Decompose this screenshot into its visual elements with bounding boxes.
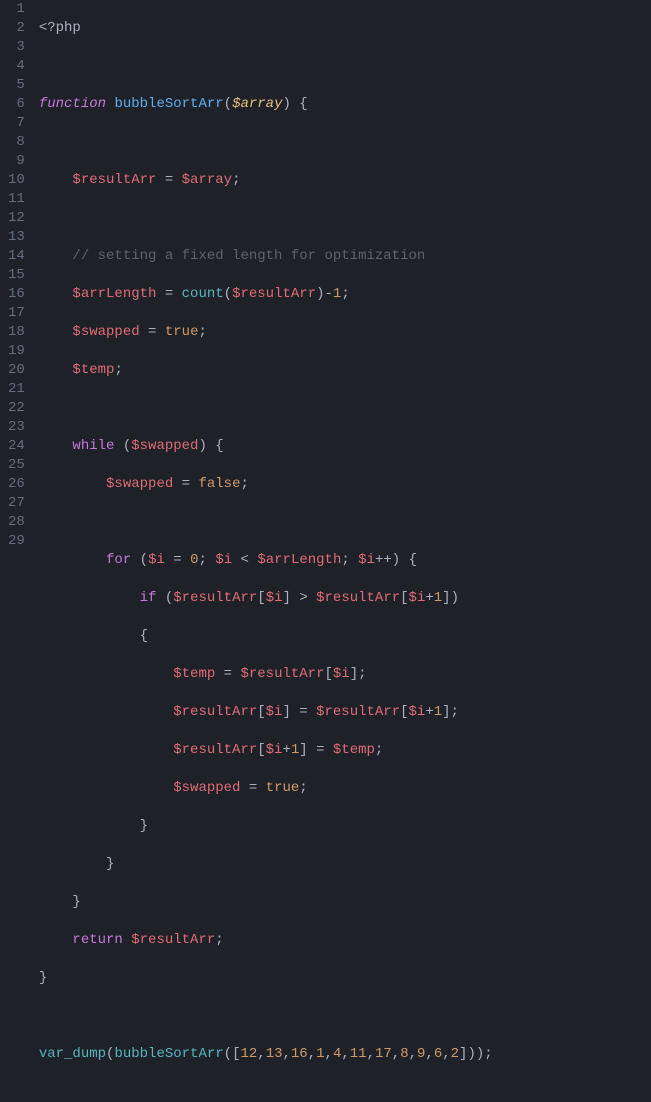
keyword-function: function — [39, 96, 106, 112]
line-number: 10 — [8, 171, 25, 190]
code-line: } — [39, 969, 641, 988]
line-number: 19 — [8, 342, 25, 361]
code-line — [39, 57, 641, 76]
line-number: 3 — [8, 38, 25, 57]
code-line: $swapped = true; — [39, 323, 641, 342]
line-number: 22 — [8, 399, 25, 418]
code-line: $swapped = true; — [39, 779, 641, 798]
line-number: 2 — [8, 19, 25, 38]
line-number: 18 — [8, 323, 25, 342]
line-number: 28 — [8, 513, 25, 532]
line-number: 23 — [8, 418, 25, 437]
line-number: 16 — [8, 285, 25, 304]
code-line: $resultArr = $array; — [39, 171, 641, 190]
code-line: if ($resultArr[$i] > $resultArr[$i+1]) — [39, 589, 641, 608]
line-number: 20 — [8, 361, 25, 380]
line-number: 1 — [8, 0, 25, 19]
line-number: 5 — [8, 76, 25, 95]
code-line — [39, 1007, 641, 1026]
line-number: 12 — [8, 209, 25, 228]
keyword-if: if — [140, 590, 157, 606]
code-line: for ($i = 0; $i < $arrLength; $i++) { — [39, 551, 641, 570]
comment: // setting a fixed length for optimizati… — [72, 248, 425, 264]
code-line: } — [39, 893, 641, 912]
array-literal: 12,13,16,1,4,11,17,8,9,6,2 — [240, 1046, 459, 1062]
code-line — [39, 1083, 641, 1102]
line-number: 17 — [8, 304, 25, 323]
line-number: 11 — [8, 190, 25, 209]
keyword-return: return — [72, 932, 122, 948]
function-name: bubbleSortArr — [114, 96, 223, 112]
code-line: $temp; — [39, 361, 641, 380]
code-line: $resultArr[$i+1] = $temp; — [39, 741, 641, 760]
param-array: $array — [232, 96, 282, 112]
code-line: <?php — [39, 19, 641, 38]
line-number: 4 — [8, 57, 25, 76]
line-number: 26 — [8, 475, 25, 494]
code-line: var_dump(bubbleSortArr([12,13,16,1,4,11,… — [39, 1045, 641, 1064]
line-number: 8 — [8, 133, 25, 152]
code-line — [39, 513, 641, 532]
code-line: $arrLength = count($resultArr)-1; — [39, 285, 641, 304]
line-number: 27 — [8, 494, 25, 513]
line-number: 24 — [8, 437, 25, 456]
code-line: } — [39, 855, 641, 874]
code-line — [39, 209, 641, 228]
func-var-dump: var_dump — [39, 1046, 106, 1062]
code-line: while ($swapped) { — [39, 437, 641, 456]
code-line: $resultArr[$i] = $resultArr[$i+1]; — [39, 703, 641, 722]
line-number: 14 — [8, 247, 25, 266]
code-line — [39, 133, 641, 152]
code-line: // setting a fixed length for optimizati… — [39, 247, 641, 266]
line-number: 29 — [8, 532, 25, 551]
code-line: { — [39, 627, 641, 646]
line-number: 7 — [8, 114, 25, 133]
code-line: return $resultArr; — [39, 931, 641, 950]
code-line: } — [39, 817, 641, 836]
keyword-while: while — [72, 438, 114, 454]
line-number: 25 — [8, 456, 25, 475]
keyword-for: for — [106, 552, 131, 568]
php-open-tag: <?php — [39, 20, 81, 36]
code-line: $swapped = false; — [39, 475, 641, 494]
code-line: function bubbleSortArr($array) { — [39, 95, 641, 114]
line-number: 6 — [8, 95, 25, 114]
line-number: 13 — [8, 228, 25, 247]
line-number: 15 — [8, 266, 25, 285]
code-editor-content[interactable]: <?php function bubbleSortArr($array) { $… — [39, 0, 651, 551]
code-line — [39, 399, 641, 418]
line-number-gutter: 1234567891011121314151617181920212223242… — [0, 0, 39, 551]
code-line: $temp = $resultArr[$i]; — [39, 665, 641, 684]
line-number: 9 — [8, 152, 25, 171]
line-number: 21 — [8, 380, 25, 399]
